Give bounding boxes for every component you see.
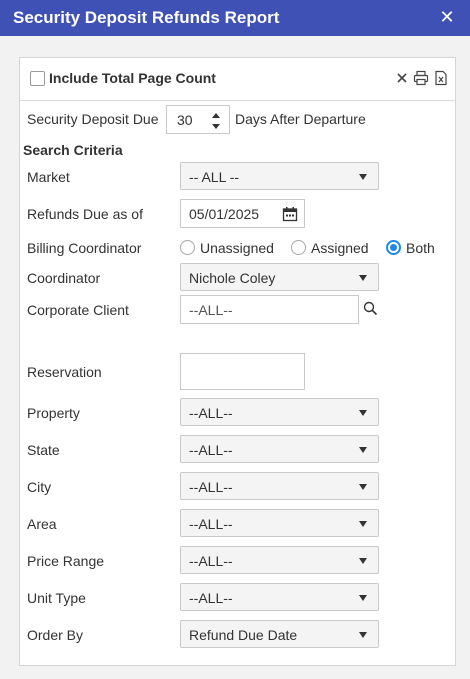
coordinator-select[interactable]: Nichole Coley (180, 263, 379, 291)
corporate-client-label: Corporate Client (27, 302, 129, 318)
city-label: City (27, 479, 52, 495)
state-select[interactable]: --ALL-- (180, 435, 379, 463)
order-by-value: Refund Due Date (189, 627, 298, 643)
close-icon[interactable] (394, 70, 410, 86)
deposit-days-value: 30 (177, 112, 193, 128)
radio-assigned[interactable] (291, 240, 306, 255)
chevron-down-icon (359, 484, 367, 490)
property-select[interactable]: --ALL-- (180, 398, 379, 426)
deposit-due-label: Security Deposit Due (27, 111, 159, 127)
price-range-value: --ALL-- (189, 553, 233, 569)
chevron-down-icon (359, 410, 367, 416)
radio-both-label: Both (406, 240, 435, 256)
city-select[interactable]: --ALL-- (180, 472, 379, 500)
radio-both[interactable] (386, 240, 401, 255)
refunds-due-date-input[interactable]: 05/01/2025 (180, 199, 305, 228)
price-range-select[interactable]: --ALL-- (180, 546, 379, 574)
search-icon[interactable] (363, 301, 378, 316)
refunds-due-label: Refunds Due as of (27, 206, 143, 222)
order-by-select[interactable]: Refund Due Date (180, 620, 379, 648)
unit-type-select[interactable]: --ALL-- (180, 583, 379, 611)
unit-type-value: --ALL-- (189, 590, 233, 606)
chevron-down-icon (359, 174, 367, 180)
search-criteria-heading: Search Criteria (23, 142, 123, 158)
state-label: State (27, 442, 60, 458)
print-icon[interactable] (413, 70, 429, 86)
refunds-due-date-value: 05/01/2025 (189, 206, 260, 222)
chevron-down-icon (359, 595, 367, 601)
billing-coordinator-label: Billing Coordinator (27, 240, 142, 256)
window-titlebar: Security Deposit Refunds Report ✕ (0, 0, 470, 36)
deposit-days-spinner[interactable]: 30 (166, 105, 230, 134)
corporate-client-placeholder: --ALL-- (189, 302, 233, 318)
chevron-down-icon (359, 275, 367, 281)
area-select[interactable]: --ALL-- (180, 509, 379, 537)
report-panel: Include Total Page Count Security Deposi… (19, 57, 456, 666)
state-value: --ALL-- (189, 442, 233, 458)
area-value: --ALL-- (189, 516, 233, 532)
chevron-down-icon (359, 632, 367, 638)
radio-unassigned[interactable] (180, 240, 195, 255)
chevron-down-icon (359, 447, 367, 453)
window-close-button[interactable]: ✕ (436, 6, 458, 28)
property-label: Property (27, 405, 80, 421)
reservation-input[interactable] (180, 353, 305, 390)
include-total-checkbox[interactable] (30, 71, 45, 86)
include-total-label: Include Total Page Count (49, 70, 216, 86)
panel-header: Include Total Page Count (20, 58, 455, 101)
chevron-down-icon (359, 521, 367, 527)
market-select[interactable]: -- ALL -- (180, 162, 379, 190)
price-range-label: Price Range (27, 553, 105, 569)
radio-assigned-label: Assigned (311, 240, 369, 256)
city-value: --ALL-- (189, 479, 233, 495)
excel-export-icon[interactable] (433, 70, 449, 86)
property-value: --ALL-- (189, 405, 233, 421)
reservation-label: Reservation (27, 364, 102, 380)
coordinator-value: Nichole Coley (189, 270, 276, 286)
order-by-label: Order By (27, 627, 84, 643)
deposit-due-suffix: Days After Departure (235, 111, 366, 127)
corporate-client-input[interactable]: --ALL-- (180, 295, 359, 324)
unit-type-label: Unit Type (27, 590, 86, 606)
market-value: -- ALL -- (189, 169, 240, 185)
coordinator-label: Coordinator (27, 270, 101, 286)
market-label: Market (27, 169, 70, 185)
window-title: Security Deposit Refunds Report (13, 8, 280, 27)
calendar-icon[interactable] (282, 206, 298, 222)
radio-unassigned-label: Unassigned (200, 240, 274, 256)
spinner-arrows-icon[interactable] (210, 110, 222, 132)
area-label: Area (27, 516, 57, 532)
chevron-down-icon (359, 558, 367, 564)
